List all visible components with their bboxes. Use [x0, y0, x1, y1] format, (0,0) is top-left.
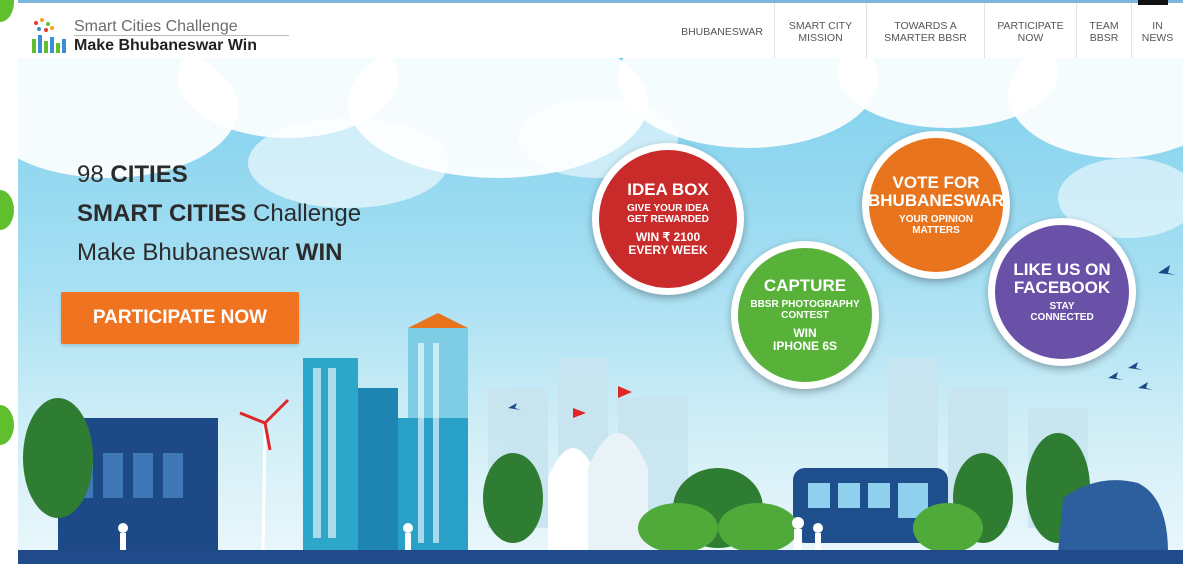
site-logo[interactable]: Smart Cities Challenge Make Bhubaneswar … — [30, 15, 290, 55]
nav-active-marker — [1138, 0, 1168, 5]
logo-title: Smart Cities Challenge — [74, 18, 238, 35]
city-skyline-logo-icon — [32, 18, 66, 53]
headline-line-2: SMART CITIES Challenge — [77, 200, 362, 227]
page: Smart Cities Challenge Make Bhubaneswar … — [0, 0, 1183, 564]
nav-in-news-label: IN NEWS — [1141, 20, 1174, 44]
main-nav: BHUBANESWAR SMART CITY MISSION TOWARDS A… — [670, 0, 1183, 61]
hero-banner: 98 CITIES SMART CITIES Challenge Make Bh… — [18, 58, 1183, 564]
idea-box-badge[interactable]: IDEA BOX GIVE YOUR IDEA GET REWARDED WIN… — [592, 143, 744, 295]
headline-line-3: Make Bhubaneswar WIN — [77, 239, 343, 266]
nav-in-news[interactable]: IN NEWS — [1131, 0, 1183, 61]
nav-participate-now[interactable]: PARTICIPATE NOW — [984, 3, 1076, 61]
badge-title: VOTE FOR BHUBANESWAR — [868, 173, 1004, 210]
nav-smart-city-mission[interactable]: SMART CITY MISSION — [774, 3, 866, 61]
capture-contest-badge[interactable]: CAPTURE BBSR PHOTOGRAPHY CONTEST WIN IPH… — [731, 241, 879, 389]
vote-for-bhubaneswar-badge[interactable]: VOTE FOR BHUBANESWAR YOUR OPINION MATTER… — [862, 131, 1010, 279]
top-navbar: Smart Cities Challenge Make Bhubaneswar … — [18, 0, 1183, 61]
nav-team-bbsr[interactable]: TEAM BBSR — [1076, 3, 1131, 61]
like-us-on-facebook-badge[interactable]: LIKE US ON FACEBOOK STAY CONNECTED — [988, 218, 1136, 366]
hero-headline: 98 CITIES SMART CITIES Challenge Make Bh… — [77, 155, 361, 272]
headline-line-1: 98 CITIES — [77, 161, 188, 188]
badge-subtitle: BBSR PHOTOGRAPHY CONTEST — [750, 299, 860, 321]
participate-now-button[interactable]: PARTICIPATE NOW — [61, 292, 299, 344]
side-decoration — [0, 0, 14, 22]
nav-bhubaneswar[interactable]: BHUBANESWAR — [670, 3, 774, 61]
badge-subtitle: GIVE YOUR IDEA GET REWARDED — [626, 203, 710, 225]
logo-subtitle: Make Bhubaneswar Win — [74, 37, 258, 54]
badge-title: IDEA BOX — [627, 180, 709, 199]
badge-subtitle: STAY CONNECTED — [1030, 301, 1094, 323]
badge-subtitle: YOUR OPINION MATTERS — [899, 214, 973, 236]
badge-prize: WIN ₹ 2100 EVERY WEEK — [628, 230, 708, 257]
side-decoration — [0, 190, 14, 230]
badge-title: LIKE US ON FACEBOOK — [1013, 260, 1111, 297]
nav-towards-smarter-bbsr[interactable]: TOWARDS A SMARTER BBSR — [866, 3, 984, 61]
logo-divider — [74, 35, 289, 36]
ground-strip — [18, 550, 1183, 564]
side-decoration — [0, 405, 14, 445]
badge-prize: WIN IPHONE 6S — [772, 326, 838, 353]
badge-title: CAPTURE — [763, 276, 847, 295]
